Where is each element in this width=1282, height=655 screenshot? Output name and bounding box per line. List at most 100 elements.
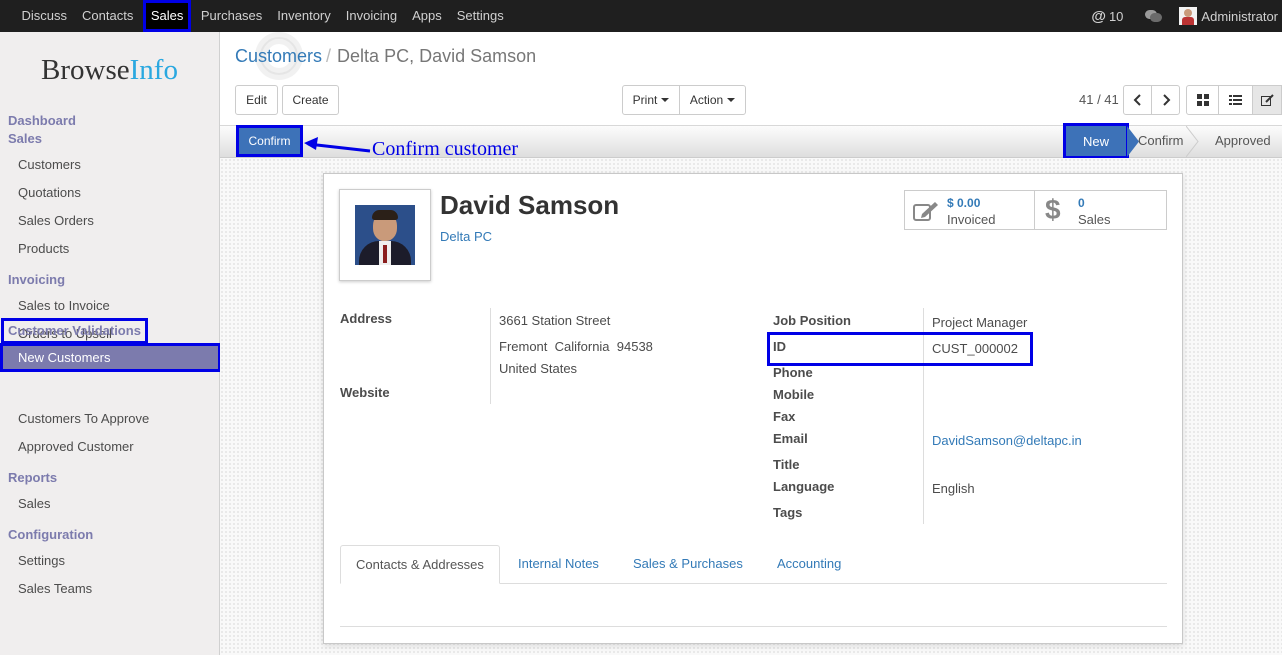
user-menu[interactable]: Administrator: [1179, 7, 1278, 25]
pager-previous-button[interactable]: [1123, 85, 1152, 115]
sidebar-item-sales-to-invoice[interactable]: Sales to Invoice: [18, 298, 110, 313]
invoiced-label: Invoiced: [947, 212, 996, 227]
pager-next-button[interactable]: [1151, 85, 1180, 115]
breadcrumb-current: Delta PC, David Samson: [337, 46, 537, 66]
menu-discuss[interactable]: Discuss: [14, 0, 75, 32]
breadcrumb: Customers / Delta PC, David Samson: [235, 46, 536, 67]
menu-settings[interactable]: Settings: [449, 0, 511, 32]
id-value: CUST_000002: [932, 341, 1018, 356]
create-button[interactable]: Create: [282, 85, 339, 115]
chevron-left-icon: [1133, 94, 1141, 106]
main-menu: Discuss Contacts Sales Purchases Invento…: [14, 0, 511, 32]
annotation-arrow: [304, 137, 371, 153]
stage-arrow-divider: [1186, 126, 1199, 157]
chat-icon[interactable]: [1145, 9, 1163, 23]
mention-count: 10: [1108, 8, 1124, 24]
stage-new[interactable]: New: [1063, 123, 1129, 159]
action-dropdown[interactable]: Action: [679, 85, 746, 115]
job-position-label: Job Position: [773, 313, 851, 328]
breadcrumb-separator: /: [326, 46, 332, 66]
dollar-icon: $: [1045, 194, 1061, 225]
print-dropdown[interactable]: Print: [622, 85, 680, 115]
tab-accounting[interactable]: Accounting: [777, 545, 841, 584]
pager-value: 41 / 41: [1079, 92, 1119, 107]
id-label: ID: [773, 339, 786, 354]
invoiced-stat-button[interactable]: $ 0.00 Invoiced: [904, 190, 1035, 230]
sidebar-item-approved-customer[interactable]: Approved Customer: [18, 439, 134, 454]
menu-sales[interactable]: Sales: [142, 0, 192, 32]
breadcrumb-customers[interactable]: Customers: [235, 46, 322, 66]
kanban-view-button[interactable]: [1186, 85, 1219, 115]
logo-accent: Info: [129, 54, 178, 86]
pencil-square-icon: [913, 202, 938, 221]
address-street: 3661 Station Street: [499, 313, 611, 328]
sidebar-dashboard[interactable]: Dashboard: [8, 113, 76, 128]
systray: @ 10 Administrator: [1091, 0, 1278, 32]
sidebar-item-settings[interactable]: Settings: [18, 553, 65, 568]
sidebar-section-customer-validations: Customer Validations: [1, 318, 148, 344]
customer-photo[interactable]: [339, 189, 431, 281]
sidebar-item-customers[interactable]: Customers: [18, 157, 81, 172]
sidebar-section-reports: Reports: [8, 470, 58, 485]
confirm-label: Confirm: [248, 134, 291, 148]
customer-company-link[interactable]: Delta PC: [440, 229, 492, 244]
sidebar-item-customers-to-approve[interactable]: Customers To Approve: [18, 411, 149, 426]
language-label: Language: [773, 479, 835, 494]
notebook-tabs: Contacts & Addresses Internal Notes Sale…: [340, 545, 1167, 584]
list-view-button[interactable]: [1218, 85, 1253, 115]
chevron-right-icon: [1162, 94, 1170, 106]
edit-button[interactable]: Edit: [235, 85, 278, 115]
sidebar-section-sales: Sales: [8, 131, 42, 146]
caret-down-icon: [727, 98, 736, 102]
caret-down-icon: [661, 98, 670, 102]
invoiced-value: $ 0.00: [947, 196, 981, 210]
sidebar-item-sales-teams[interactable]: Sales Teams: [18, 581, 92, 596]
company-logo: BrowseInfo: [0, 54, 219, 87]
field-divider: [490, 308, 491, 404]
portrait-image: [355, 205, 415, 265]
edit-icon: [1260, 93, 1274, 106]
sales-label: Sales: [1078, 212, 1111, 227]
action-label: Action: [689, 93, 724, 107]
menu-purchases[interactable]: Purchases: [193, 0, 269, 32]
stage-approved[interactable]: Approved: [1215, 126, 1271, 157]
stage-new-label: New: [1082, 133, 1109, 149]
sidebar-item-quotations[interactable]: Quotations: [18, 185, 81, 200]
sidebar-item-reports-sales[interactable]: Sales: [18, 496, 51, 511]
confirm-button[interactable]: Confirm: [236, 125, 303, 157]
stage-confirm[interactable]: Confirm: [1138, 126, 1184, 157]
sidebar-section-configuration: Configuration: [8, 527, 94, 542]
sidebar-item-sales-orders[interactable]: Sales Orders: [18, 213, 94, 228]
menu-invoicing[interactable]: Invoicing: [338, 0, 404, 32]
sidebar-item-new-customers[interactable]: New Customers: [0, 343, 221, 372]
logo-text: Browse: [41, 54, 130, 86]
mentions-button[interactable]: @ 10: [1091, 8, 1123, 25]
form-view-button[interactable]: [1252, 85, 1282, 115]
address-country: United States: [499, 361, 578, 376]
fax-label: Fax: [773, 409, 796, 424]
at-icon: @: [1091, 7, 1106, 25]
tab-sales-purchases[interactable]: Sales & Purchases: [633, 545, 743, 584]
phone-label: Phone: [773, 365, 813, 380]
top-navbar: Discuss Contacts Sales Purchases Invento…: [0, 0, 1282, 32]
email-link[interactable]: DavidSamson@deltapc.in: [932, 433, 1082, 448]
list-icon: [1229, 94, 1242, 105]
menu-contacts[interactable]: Contacts: [75, 0, 141, 32]
mobile-label: Mobile: [773, 387, 815, 402]
address-city: Fremont California 94538: [499, 339, 653, 354]
sidebar-section-invoicing: Invoicing: [8, 272, 66, 287]
menu-inventory[interactable]: Inventory: [270, 0, 338, 32]
menu-apps[interactable]: Apps: [405, 0, 450, 32]
language-value: English: [932, 481, 975, 496]
avatar: [1179, 7, 1198, 25]
print-label: Print: [632, 93, 658, 107]
sidebar-item-products[interactable]: Products: [18, 241, 69, 256]
sales-stat-button[interactable]: $ 0 Sales: [1034, 190, 1167, 230]
user-name: Administrator: [1201, 8, 1278, 24]
kanban-icon: [1196, 94, 1209, 106]
title-label: Title: [773, 457, 800, 472]
tab-content-divider: [340, 626, 1167, 627]
website-label: Website: [340, 385, 390, 400]
tab-internal-notes[interactable]: Internal Notes: [518, 545, 599, 584]
tab-contacts-addresses[interactable]: Contacts & Addresses: [340, 545, 500, 584]
